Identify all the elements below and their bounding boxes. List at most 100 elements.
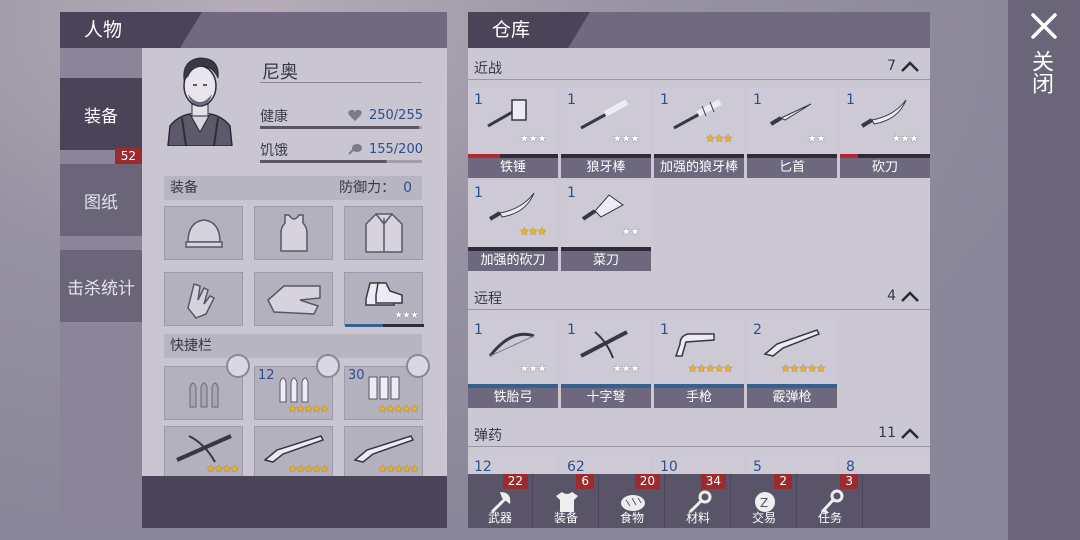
bottom-tab[interactable]: 3 任务 <box>798 474 863 528</box>
health-value: 250/255 <box>368 108 423 123</box>
category-header[interactable]: 弹药 11 <box>468 421 930 447</box>
tab-equipment-label: 装备 <box>84 106 118 127</box>
gloves-slot[interactable] <box>164 272 243 326</box>
pistol-icon <box>674 333 715 357</box>
mace-icon <box>673 99 722 130</box>
defense-label: 防御力： <box>339 180 396 196</box>
drumstick-icon <box>348 144 362 155</box>
jacket-slot[interactable] <box>344 206 423 260</box>
shirt-slot[interactable] <box>254 206 333 260</box>
warehouse-item[interactable]: 1 ★★★ 铁锤 <box>468 88 558 178</box>
item-stars: ★★★ <box>519 132 547 145</box>
bottom-tab[interactable]: 6 装备 <box>534 474 599 528</box>
item-name: 铁胎弓 <box>468 388 558 408</box>
item-stars: ★★★ <box>705 132 733 145</box>
bottom-tab-badge: 2 <box>774 474 792 489</box>
item-stars: ★★ <box>621 225 640 238</box>
tab-blueprints[interactable]: 52 图纸 <box>60 148 142 236</box>
shotgun-icon <box>352 434 414 463</box>
shoes-slot[interactable]: ★★★ <box>344 272 424 327</box>
tab-kill-stats[interactable]: 击杀统计 <box>60 250 142 322</box>
category-header[interactable]: 近战 7 <box>468 54 930 80</box>
sneakers-icon <box>364 282 403 306</box>
quickbar-weapon-slot-1[interactable]: ★★★★ <box>164 426 244 481</box>
item-name: 十字弩 <box>561 388 651 408</box>
tab-equipment[interactable]: 装备 <box>60 78 142 150</box>
bullets-icon <box>279 377 308 403</box>
category-count: 11 <box>878 425 896 441</box>
item-name: 狼牙棒 <box>561 158 651 178</box>
bottom-tab[interactable]: 22 武器 <box>468 474 533 528</box>
pants-icon <box>266 285 321 315</box>
swap-icon[interactable] <box>226 354 250 378</box>
warehouse-item[interactable]: 1 ★★★ 加强的狼牙棒 <box>654 88 744 178</box>
item-stars: ★★★ <box>519 362 547 375</box>
item-stars: ★★★★★ <box>780 362 826 375</box>
category-count: 7 <box>887 58 896 74</box>
hat-slot[interactable] <box>164 206 243 260</box>
chevron-up-icon <box>901 291 919 302</box>
health-bar <box>260 126 422 129</box>
bottom-tab[interactable]: Z 2 交易 <box>732 474 797 528</box>
item-name: 匕首 <box>747 158 837 178</box>
item-stars: ★★★★★ <box>687 362 733 375</box>
header-strip <box>180 12 447 48</box>
bottom-tab-label: 任务 <box>817 511 842 525</box>
hammer-icon <box>487 99 527 128</box>
warehouse-item[interactable]: 1 ★★★★★ 手枪 <box>654 318 744 408</box>
category-name: 近战 <box>474 61 502 77</box>
warehouse-item[interactable]: 1 ★★ 菜刀 <box>561 181 651 271</box>
header-strip <box>568 12 930 48</box>
shoes-stars: ★★★ <box>394 310 419 321</box>
bottom-tab-badge: 3 <box>840 474 858 489</box>
shotgun-icon <box>262 434 324 463</box>
item-stars: ★★★ <box>891 132 919 145</box>
item-name: 霰弹枪 <box>747 388 837 408</box>
warehouse-item[interactable]: 1 ★★★ 十字弩 <box>561 318 651 408</box>
ammo-stars-3: ★★★★★ <box>378 404 419 415</box>
item-quantity: 62 <box>567 459 585 475</box>
hunger-value: 155/200 <box>368 142 423 157</box>
item-name: 加强的砍刀 <box>468 251 558 271</box>
warehouse-item[interactable]: 1 ★★★ 加强的砍刀 <box>468 181 558 271</box>
cleaver-icon <box>581 194 624 221</box>
bottom-tab-label: 武器 <box>487 511 512 525</box>
category-divider <box>468 446 930 447</box>
bottom-tab[interactable]: 20 食物 <box>600 474 665 528</box>
chevron-up-icon <box>901 61 919 72</box>
item-quantity: 8 <box>846 459 855 475</box>
warehouse-item[interactable]: 1 ★★★ 狼牙棒 <box>561 88 651 178</box>
side-tabs: 装备 52 图纸 击杀统计 <box>60 48 142 528</box>
bottom-tab-label: 交易 <box>751 511 776 525</box>
category-header[interactable]: 远程 4 <box>468 284 930 310</box>
bottom-tab[interactable]: 34 材料 <box>666 474 731 528</box>
tab-kill-stats-label: 击杀统计 <box>67 278 135 299</box>
weapon-stars-3: ★★★★★ <box>378 464 419 475</box>
bottom-tab-label: 材料 <box>685 511 710 525</box>
warehouse-panel: 仓库 近战 7 1 ★★★ 铁锤 1 ★★★ 狼牙棒 1 ★★★ 加强的狼牙棒 1 ★★ 匕首 1 ★★★ 砍刀… <box>468 12 930 528</box>
item-stars: ★★★ <box>612 362 640 375</box>
blueprints-badge: 52 <box>114 148 142 164</box>
mace-icon <box>580 99 629 130</box>
swap-icon[interactable] <box>316 354 340 378</box>
equipment-section-title: 装备 防御力： 0 <box>164 176 422 200</box>
shoes-durability-bar <box>345 324 383 327</box>
bottom-tab-badge: 20 <box>634 474 660 489</box>
warehouse-item[interactable]: 1 ★★ 匕首 <box>747 88 837 178</box>
warehouse-item[interactable]: 2 ★★★★★ 霰弹枪 <box>747 318 837 408</box>
pants-slot[interactable] <box>254 272 333 326</box>
warehouse-item[interactable]: 1 ★★★ 砍刀 <box>840 88 930 178</box>
item-quantity: 10 <box>660 459 678 475</box>
character-footer <box>142 476 447 528</box>
shells-icon <box>368 376 399 400</box>
close-button[interactable]: 关闭 <box>1008 0 1080 540</box>
quickbar-title: 快捷栏 <box>170 338 212 354</box>
weapon-stars-2: ★★★★★ <box>288 464 329 475</box>
machete-icon <box>488 192 535 221</box>
swap-icon[interactable] <box>406 354 430 378</box>
quickbar-weapon-slot-3[interactable]: ★★★★★ <box>344 426 424 481</box>
quickbar-weapon-slot-2[interactable]: ★★★★★ <box>254 426 334 481</box>
item-stars: ★★ <box>807 132 826 145</box>
warehouse-item[interactable]: 1 ★★★ 铁胎弓 <box>468 318 558 408</box>
tanktop-icon <box>279 214 308 252</box>
